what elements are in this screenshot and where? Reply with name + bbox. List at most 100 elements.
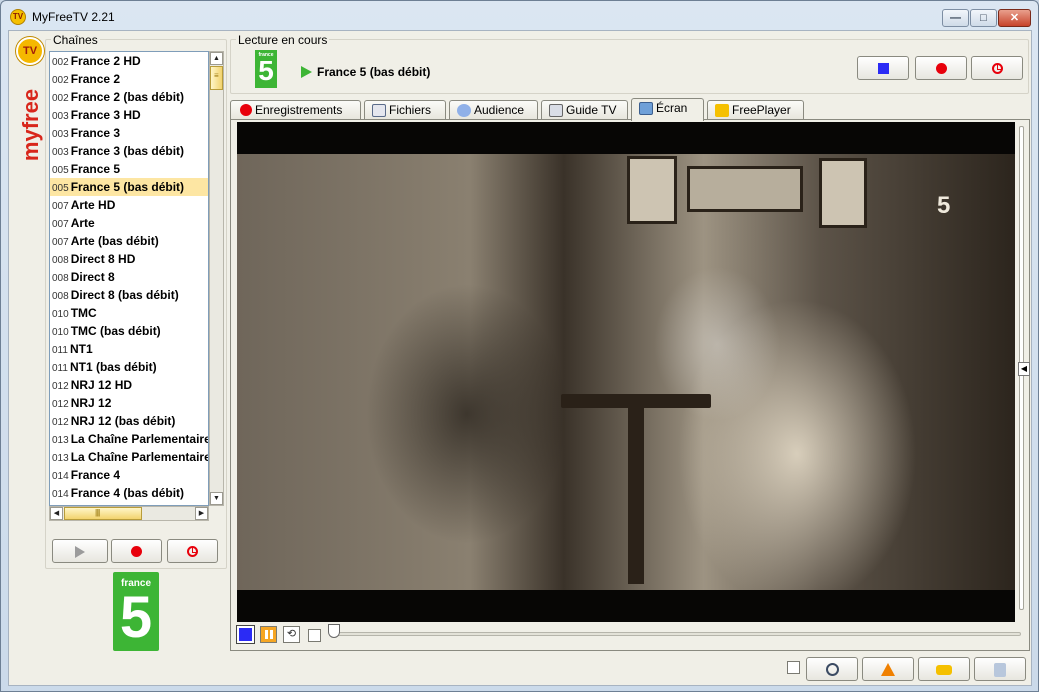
side-panel-arrow-icon[interactable]: ◀ (1018, 362, 1030, 376)
channel-number: 014 (52, 489, 69, 500)
clock-icon (187, 546, 198, 558)
tab-enregistrements[interactable]: Enregistrements (230, 100, 361, 120)
list-item[interactable]: 010 TMC (50, 304, 208, 322)
channel-logo-small: france 5 (255, 50, 277, 88)
maximize-icon: □ (980, 12, 987, 24)
client-area: TV myfree Chaînes 002 France 2 HD 002 Franc… (8, 30, 1032, 686)
channel-name: NRJ 12 (70, 396, 112, 410)
video-option-checkbox[interactable] (308, 629, 321, 642)
grip-icon: ≡ (214, 71, 219, 80)
refresh-icon: ⟲ (286, 628, 297, 640)
video-player[interactable]: 5 (237, 122, 1015, 622)
tab-ecran[interactable]: Écran (631, 98, 704, 121)
channel-name: NRJ 12 (bas débit) (70, 414, 176, 428)
freeplayer-icon (715, 104, 729, 117)
record-now-button[interactable] (915, 56, 967, 80)
scroll-down-arrow-icon[interactable]: ▼ (210, 492, 223, 505)
tab-fichiers[interactable]: Fichiers (364, 100, 446, 120)
picture-frame (819, 158, 867, 228)
channel-number: 007 (52, 237, 69, 248)
list-item[interactable]: 014 France 4 (bas débit) (50, 484, 208, 502)
vscroll-thumb[interactable]: ≡ (210, 66, 223, 90)
maximize-button[interactable]: □ (970, 9, 997, 27)
tab-audience[interactable]: Audience (449, 100, 538, 120)
list-item[interactable]: 008 Direct 8 (50, 268, 208, 286)
list-item[interactable]: 002 France 2 (bas débit) (50, 88, 208, 106)
freebox-button[interactable] (918, 657, 970, 681)
stop-button[interactable] (857, 56, 909, 80)
hscroll-thumb[interactable]: |||| (64, 507, 142, 520)
list-item[interactable]: 005 France 5 (50, 160, 208, 178)
list-item[interactable]: 010 TMC (bas débit) (50, 322, 208, 340)
list-item[interactable]: 003 France 3 HD (50, 106, 208, 124)
channel-name: La Chaîne Parlementaire (70, 450, 208, 464)
schedule-now-button[interactable] (971, 56, 1023, 80)
stop-icon (877, 63, 889, 75)
video-refresh-button[interactable]: ⟲ (283, 626, 300, 643)
channel-number: 012 (52, 381, 69, 392)
list-item[interactable]: 007 Arte (bas débit) (50, 232, 208, 250)
list-item[interactable]: 003 France 3 (50, 124, 208, 142)
channel-list-hscroll[interactable]: ◀ |||| ▶ (49, 506, 209, 521)
video-frame: 5 (237, 154, 1015, 590)
list-item[interactable]: 002 France 2 (50, 70, 208, 88)
seek-bar[interactable] (331, 632, 1021, 636)
channel-logo-large: france 5 (113, 572, 159, 651)
list-item[interactable]: 007 Arte HD (50, 196, 208, 214)
channels-group: Chaînes 002 France 2 HD 002 France 2 002 Fran… (45, 33, 227, 569)
list-item[interactable]: 008 Direct 8 HD (50, 250, 208, 268)
app-icon: TV (10, 9, 26, 25)
list-item[interactable]: 012 NRJ 12 (bas débit) (50, 412, 208, 430)
title-bar[interactable]: TV MyFreeTV 2.21 — □ ✕ (1, 1, 1038, 31)
scroll-up-arrow-icon[interactable]: ▲ (210, 52, 223, 65)
channel-name: NRJ 12 HD (70, 378, 133, 392)
audience-icon (457, 104, 471, 117)
list-item[interactable]: 003 France 3 (bas débit) (50, 142, 208, 160)
app-window: TV MyFreeTV 2.21 — □ ✕ TV myfree Chaînes… (0, 0, 1039, 692)
picture-frame (687, 166, 803, 212)
record-button[interactable] (111, 539, 162, 563)
list-item[interactable]: 012 NRJ 12 (50, 394, 208, 412)
list-item[interactable]: 002 France 2 HD (50, 52, 208, 70)
list-item[interactable]: 011 NT1 (bas débit) (50, 358, 208, 376)
list-item[interactable]: 007 Arte (50, 214, 208, 232)
status-checkbox[interactable] (787, 661, 800, 674)
schedule-button[interactable] (167, 539, 218, 563)
chess-table-leg (628, 404, 644, 584)
channel-number: 002 (52, 75, 69, 86)
power-button[interactable] (806, 657, 858, 681)
channel-list[interactable]: 002 France 2 HD 002 France 2 002 France 2 (ba… (49, 51, 209, 506)
channel-name: Arte (bas débit) (70, 234, 159, 248)
list-item[interactable]: 013 La Chaîne Parlementaire (50, 430, 208, 448)
tab-freeplayer[interactable]: FreePlayer (707, 100, 804, 120)
channel-name: France 2 HD (70, 54, 141, 68)
list-item[interactable]: 008 Direct 8 (bas débit) (50, 286, 208, 304)
video-pause-button[interactable] (260, 626, 277, 643)
list-item[interactable]: 005 France 5 (bas débit) (50, 178, 208, 196)
now-playing-label: Lecture en cours (236, 33, 330, 47)
channel-name: France 4 (bas débit) (70, 486, 185, 500)
channels-label: Chaînes (51, 33, 100, 47)
scroll-right-arrow-icon[interactable]: ▶ (195, 507, 208, 520)
channel-name: France 2 (bas débit) (70, 90, 185, 104)
play-button[interactable] (52, 539, 108, 563)
channel-number: 005 (52, 183, 69, 194)
vlc-button[interactable] (862, 657, 914, 681)
video-stop-button[interactable] (237, 626, 254, 643)
freebox-icon (936, 664, 952, 675)
channel-list-vscroll[interactable]: ▲ ≡ ▼ (209, 51, 224, 506)
list-item[interactable]: 014 France 4 (50, 466, 208, 484)
minimize-button[interactable]: — (942, 9, 969, 27)
list-item[interactable]: 012 NRJ 12 HD (50, 376, 208, 394)
tab-guide-tv[interactable]: Guide TV (541, 100, 628, 120)
channel-number: 010 (52, 327, 69, 338)
channel-number: 014 (52, 471, 69, 482)
list-item[interactable]: 011 NT1 (50, 340, 208, 358)
close-button[interactable]: ✕ (998, 9, 1031, 27)
channel-name: France 5 (70, 162, 121, 176)
scroll-left-arrow-icon[interactable]: ◀ (50, 507, 63, 520)
tab-label: Enregistrements (255, 103, 343, 117)
help-button[interactable] (974, 657, 1026, 681)
list-item[interactable]: 013 La Chaîne Parlementaire (50, 448, 208, 466)
seek-thumb[interactable] (328, 624, 340, 638)
